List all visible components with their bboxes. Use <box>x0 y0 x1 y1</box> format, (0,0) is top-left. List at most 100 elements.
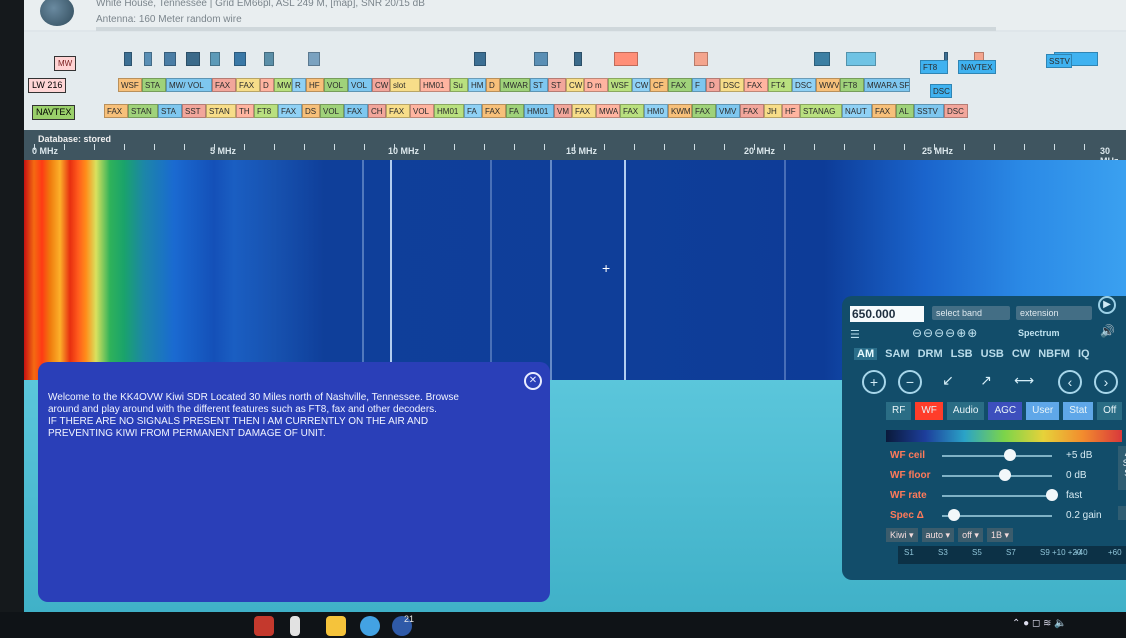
dropdown-select[interactable]: auto ▾ <box>921 528 955 542</box>
band-block[interactable]: STA <box>142 78 166 92</box>
band-block[interactable]: FT8 <box>840 78 864 92</box>
band-dsc-right[interactable]: DSC <box>930 84 952 98</box>
band-block[interactable]: DS <box>302 104 320 118</box>
band-block[interactable]: FT8 <box>254 104 278 118</box>
band-block[interactable]: FT4 <box>768 78 792 92</box>
mode-sam[interactable]: SAM <box>885 348 909 360</box>
band-block[interactable]: HM0 <box>644 104 668 118</box>
next-icon[interactable]: › <box>1094 370 1118 394</box>
tab-user[interactable]: User <box>1026 402 1060 420</box>
mode-usb[interactable]: USB <box>981 348 1004 360</box>
band-block[interactable]: TH <box>236 104 254 118</box>
speaker-icon[interactable]: 🔊 <box>1100 324 1115 338</box>
band-sstv-right[interactable]: SSTV <box>1046 54 1072 68</box>
slider-knob[interactable] <box>948 509 961 521</box>
band-block[interactable]: ST <box>530 78 548 92</box>
shrink-icon[interactable]: ↙ <box>936 370 960 394</box>
tab-rf[interactable]: RF <box>886 402 912 420</box>
band-block[interactable]: CW <box>372 78 390 92</box>
band-block[interactable]: NAUT <box>842 104 872 118</box>
band-block[interactable]: CW <box>632 78 650 92</box>
band-block[interactable]: STAN <box>128 104 158 118</box>
band-block[interactable]: ST <box>548 78 566 92</box>
band-block[interactable]: MW <box>274 78 292 92</box>
band-block[interactable]: F <box>692 78 706 92</box>
band-navtex-right[interactable]: NAVTEX <box>958 60 996 74</box>
zoom-in-icon[interactable]: + <box>862 370 886 394</box>
band-block[interactable]: WWV <box>816 78 840 92</box>
band-block[interactable]: FAX <box>692 104 716 118</box>
band-block[interactable]: VMV <box>716 104 740 118</box>
band-block[interactable]: JH <box>764 104 782 118</box>
zoom-out-icon[interactable]: − <box>898 370 922 394</box>
slider-knob[interactable] <box>1004 449 1017 461</box>
mode-nbfm[interactable]: NBFM <box>1038 348 1070 360</box>
kiwi-logo-icon[interactable] <box>40 0 74 26</box>
band-block[interactable]: VOL <box>324 78 348 92</box>
folder-icon[interactable] <box>326 616 346 636</box>
band-block[interactable]: CH <box>368 104 386 118</box>
app-icon[interactable] <box>290 616 300 636</box>
band-block[interactable]: CW <box>566 78 584 92</box>
band-block[interactable]: VOL <box>410 104 434 118</box>
span-icon[interactable]: ⟷ <box>1012 370 1036 394</box>
band-block[interactable]: FAX <box>344 104 368 118</box>
band-block[interactable]: FAX <box>278 104 302 118</box>
band-block[interactable]: FA <box>506 104 524 118</box>
band-ft8-right[interactable]: FT8 <box>920 60 948 74</box>
system-tray[interactable]: ⌃ ● ◻ ≋ 🔈 <box>1012 618 1067 629</box>
slider-track[interactable] <box>942 495 1052 497</box>
band-block[interactable]: SST <box>182 104 206 118</box>
band-block[interactable]: MWARA SF <box>864 78 910 92</box>
band-block[interactable]: VM <box>554 104 572 118</box>
mode-drm[interactable]: DRM <box>918 348 943 360</box>
band-block[interactable]: FAX <box>740 104 764 118</box>
slider-knob[interactable] <box>1046 489 1058 501</box>
band-block[interactable]: slot <box>390 78 420 92</box>
band-block[interactable]: HM01 <box>524 104 554 118</box>
band-block[interactable]: FAX <box>744 78 768 92</box>
spectrum-label[interactable]: Spectrum <box>1018 328 1060 338</box>
band-block[interactable]: R <box>292 78 306 92</box>
band-block[interactable]: DSC <box>944 104 968 118</box>
mode-am[interactable]: AM <box>854 348 878 360</box>
band-block[interactable]: HM01 <box>434 104 464 118</box>
dropdown-select[interactable]: off ▾ <box>958 528 983 542</box>
dropdown-select[interactable]: 1B ▾ <box>986 528 1013 542</box>
menu-icon[interactable]: ☰ <box>850 328 860 341</box>
band-block[interactable]: D <box>486 78 500 92</box>
browser-icon[interactable] <box>360 616 380 636</box>
band-block[interactable]: FAX <box>668 78 692 92</box>
band-block[interactable]: FAX <box>572 104 596 118</box>
tab-wf[interactable]: WF <box>915 402 943 420</box>
mode-cw[interactable]: CW <box>1012 348 1030 360</box>
frequency-scale[interactable]: Database: stored 0 MHz 5 MHz 10 MHz 15 MHz 2… <box>24 130 1126 166</box>
band-block[interactable]: AL <box>896 104 914 118</box>
band-block[interactable]: STAN <box>206 104 236 118</box>
band-block[interactable]: DSC <box>720 78 744 92</box>
band-block[interactable]: FAX <box>236 78 260 92</box>
zoom-steps-icon[interactable]: ⊖⊖⊖⊖⊕⊕ <box>912 326 978 340</box>
band-block[interactable]: SSTV <box>914 104 944 118</box>
band-block[interactable]: Su <box>450 78 468 92</box>
band-block[interactable]: FAX <box>104 104 128 118</box>
frequency-input[interactable]: 650.000 <box>850 306 924 322</box>
band-block[interactable]: FAX <box>482 104 506 118</box>
dropdown-select[interactable]: Kiwi ▾ <box>886 528 918 542</box>
previous-icon[interactable]: ‹ <box>1058 370 1082 394</box>
slider-track[interactable] <box>942 455 1052 457</box>
tab-agc[interactable]: AGC <box>988 402 1023 420</box>
band-block[interactable]: KWM <box>668 104 692 118</box>
expand-icon[interactable]: ↗ <box>974 370 998 394</box>
band-block[interactable]: WSF <box>608 78 632 92</box>
band-label-lw[interactable]: LW 216 <box>28 78 67 93</box>
close-icon[interactable]: ✕ <box>524 372 542 390</box>
band-block[interactable]: FAX <box>872 104 896 118</box>
band-block[interactable]: STANAG <box>800 104 842 118</box>
slider-track[interactable] <box>942 475 1052 477</box>
band-block[interactable]: WSF <box>118 78 142 92</box>
mode-lsb[interactable]: LSB <box>951 348 973 360</box>
band-block[interactable]: HM <box>468 78 486 92</box>
band-block[interactable]: HF <box>306 78 324 92</box>
band-block[interactable]: MW/ VOL <box>166 78 212 92</box>
